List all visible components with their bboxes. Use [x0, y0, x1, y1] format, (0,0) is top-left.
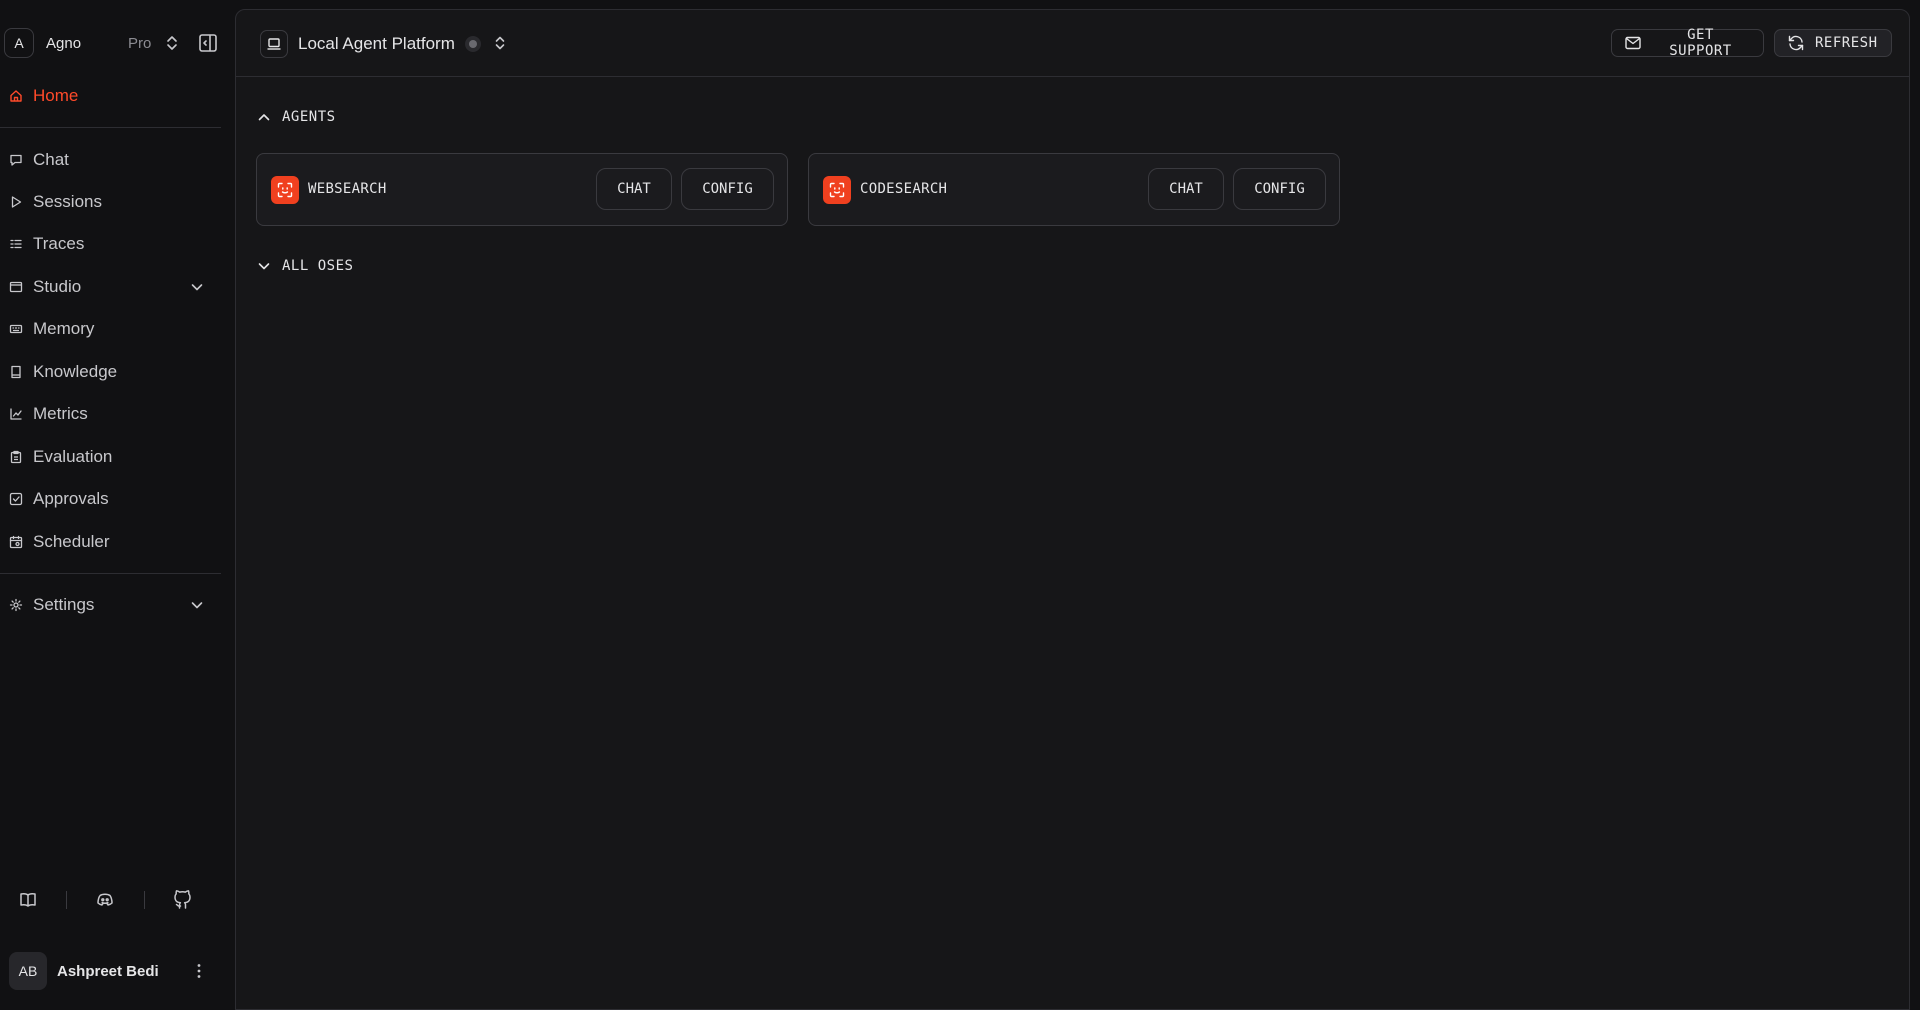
agent-card: CODESEARCH CHAT CONFIG — [808, 153, 1340, 226]
section-title: AGENTS — [282, 109, 336, 125]
home-icon — [9, 89, 23, 103]
sidebar-item-knowledge[interactable]: Knowledge — [9, 357, 209, 387]
agent-card: WEBSEARCH CHAT CONFIG — [256, 153, 788, 226]
sidebar-item-label: Knowledge — [33, 362, 118, 381]
sidebar-item-label: Approvals — [33, 489, 109, 508]
sidebar-divider — [0, 573, 221, 574]
agent-config-button[interactable]: CONFIG — [681, 168, 774, 210]
mail-icon — [1624, 34, 1642, 52]
agent-config-button[interactable]: CONFIG — [1233, 168, 1326, 210]
sidebar-item-label: Sessions — [33, 192, 102, 211]
sidebar-item-memory[interactable]: Memory — [9, 314, 209, 344]
sidebar-item-chat[interactable]: Chat — [9, 145, 209, 175]
platform-name: Local Agent Platform — [298, 34, 455, 53]
sidebar-item-approvals[interactable]: Approvals — [9, 484, 209, 514]
user-profile[interactable]: AB Ashpreet Bedi — [9, 952, 209, 990]
docs-book-icon[interactable] — [18, 890, 38, 910]
section-title: ALL OSES — [282, 258, 354, 274]
sidebar: A Agno Pro Home Chat Sessions Traces Stu… — [0, 0, 235, 1010]
workspace-plan: Pro — [128, 34, 152, 52]
workspace-avatar: A — [4, 28, 34, 58]
gear-icon — [9, 598, 23, 612]
sidebar-item-label: Home — [33, 86, 79, 105]
checkbox-icon — [9, 492, 23, 506]
sidebar-item-label: Settings — [33, 595, 95, 614]
more-vertical-icon[interactable] — [189, 961, 209, 981]
chevron-up-down-icon[interactable] — [162, 33, 182, 53]
sidebar-item-label: Scheduler — [33, 532, 110, 551]
sidebar-item-studio[interactable]: Studio — [9, 272, 209, 302]
sidebar-footer-links — [18, 890, 198, 910]
play-icon — [9, 195, 23, 209]
sidebar-item-scheduler[interactable]: Scheduler — [9, 527, 209, 557]
app-root: A Agno Pro Home Chat Sessions Traces Stu… — [0, 0, 1920, 1010]
chevron-down-icon — [256, 258, 272, 274]
chevron-down-icon[interactable] — [189, 597, 205, 613]
all-oses-section-toggle[interactable]: ALL OSES — [256, 256, 353, 276]
sidebar-item-label: Metrics — [33, 404, 88, 423]
chat-bubble-icon — [9, 153, 23, 167]
sidebar-item-settings[interactable]: Settings — [9, 590, 209, 620]
topbar: Local Agent Platform GET SUPPORT REFRESH — [236, 10, 1909, 77]
sidebar-item-label: Traces — [33, 234, 85, 253]
sidebar-item-evaluation[interactable]: Evaluation — [9, 442, 209, 472]
agent-chat-button[interactable]: CHAT — [596, 168, 672, 210]
avatar: AB — [9, 952, 47, 990]
status-indicator — [465, 36, 481, 52]
book-icon — [9, 365, 23, 379]
footer-separator — [144, 891, 145, 909]
sidebar-item-home[interactable]: Home — [9, 81, 209, 111]
sidebar-item-label: Studio — [33, 277, 82, 296]
line-chart-icon — [9, 407, 23, 421]
agent-scan-icon — [823, 176, 851, 204]
sidebar-toggle-icon[interactable] — [197, 32, 219, 54]
clipboard-icon — [9, 450, 23, 464]
sidebar-item-label: Chat — [33, 150, 69, 169]
workspace-name: Agno — [46, 34, 82, 52]
sidebar-divider — [0, 127, 221, 128]
agents-section-toggle[interactable]: AGENTS — [256, 107, 336, 127]
main-panel: Local Agent Platform GET SUPPORT REFRESH… — [235, 9, 1910, 1010]
sidebar-item-label: Evaluation — [33, 447, 113, 466]
refresh-icon — [1787, 34, 1805, 52]
agent-scan-icon — [271, 176, 299, 204]
platform-button[interactable] — [260, 30, 288, 58]
sidebar-item-traces[interactable]: Traces — [9, 229, 209, 259]
footer-separator — [66, 891, 67, 909]
user-name: Ashpreet Bedi — [57, 962, 159, 980]
get-support-button[interactable]: GET SUPPORT — [1611, 27, 1764, 59]
refresh-label: REFRESH — [1815, 35, 1878, 51]
agent-name: WEBSEARCH — [308, 181, 387, 197]
agent-name: CODESEARCH — [860, 181, 948, 197]
list-icon — [9, 237, 23, 251]
laptop-icon — [267, 38, 281, 50]
chevron-down-icon[interactable] — [189, 279, 205, 295]
agent-chat-button[interactable]: CHAT — [1148, 168, 1224, 210]
sidebar-item-metrics[interactable]: Metrics — [9, 399, 209, 429]
discord-icon[interactable] — [95, 890, 115, 910]
window-icon — [9, 280, 23, 294]
calendar-icon — [9, 535, 23, 549]
workspace-switcher[interactable]: A Agno Pro — [4, 28, 222, 58]
github-icon[interactable] — [173, 890, 193, 910]
sidebar-item-label: Memory — [33, 319, 95, 338]
chevron-up-icon — [256, 109, 272, 125]
refresh-button[interactable]: REFRESH — [1774, 29, 1892, 57]
keyboard-icon — [9, 322, 23, 336]
sidebar-item-sessions[interactable]: Sessions — [9, 187, 209, 217]
get-support-label: GET SUPPORT — [1669, 27, 1732, 59]
chevron-up-down-icon[interactable] — [491, 34, 509, 52]
